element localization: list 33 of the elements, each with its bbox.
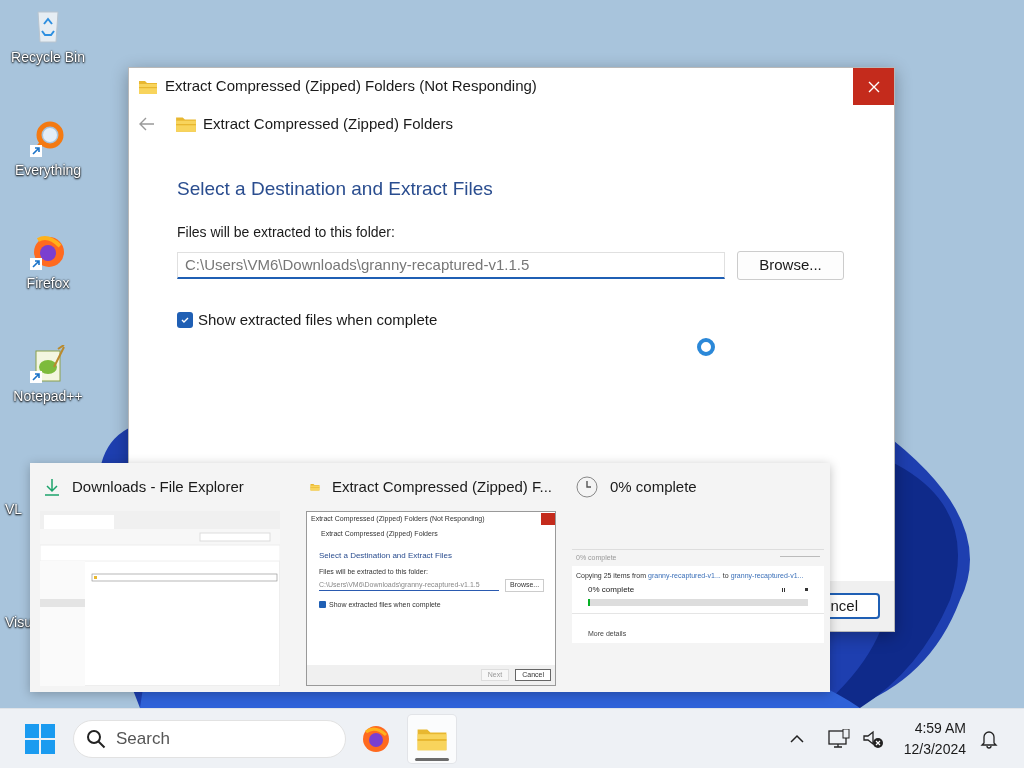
download-icon [44,478,60,496]
wizard-header: Extract Compressed (Zipped) Folders [203,113,454,134]
checkbox-label: Show extracted files when complete [198,309,438,330]
folder-icon [175,115,197,133]
notepad-desktop-icon[interactable] [28,345,68,385]
firefox-icon [361,723,391,754]
window-title: Extract Compressed (Zipped) Folders (Not Responding) [165,76,537,97]
preview-status: 0% complete [588,583,635,596]
monitor-icon[interactable] [827,728,850,749]
search-placeholder: Search [116,727,170,750]
browse-button[interactable]: Browse... [737,250,844,280]
preview-window-title[interactable]: Downloads - File Explorer [72,475,244,499]
field-label: Files will be extracted to this folder: [177,222,396,242]
bell-icon[interactable] [980,728,998,749]
chevron-up-icon[interactable] [789,733,804,744]
explorer-taskbar-button[interactable] [408,714,456,763]
pause-icon [782,587,785,592]
checkbox[interactable] [177,311,193,328]
search-icon [86,728,106,749]
back-arrow-icon[interactable] [139,117,155,131]
windows-start-icon[interactable] [25,723,55,754]
destination-path-field[interactable]: C:\Users\VM6\Downloads\granny-recaptured-v1.1.5 [177,251,725,279]
preview-window-title[interactable]: Extract Compressed (Zipped) F... [331,475,552,499]
preview-window-title[interactable]: 0% complete [610,475,697,499]
folder-icon [138,78,158,95]
clock-icon [576,476,598,498]
speaker-muted-icon[interactable] [861,728,884,749]
clock-date[interactable]: 12/3/2024 [903,738,966,760]
clock-time[interactable]: 4:59 AM [914,717,966,739]
wizard-heading: Select a Destination and Extract Files [177,177,494,201]
preview-heading: Select a Destination and Extract Files [319,549,453,562]
busy-cursor-icon [696,337,716,357]
search-field[interactable]: Search [73,719,346,758]
